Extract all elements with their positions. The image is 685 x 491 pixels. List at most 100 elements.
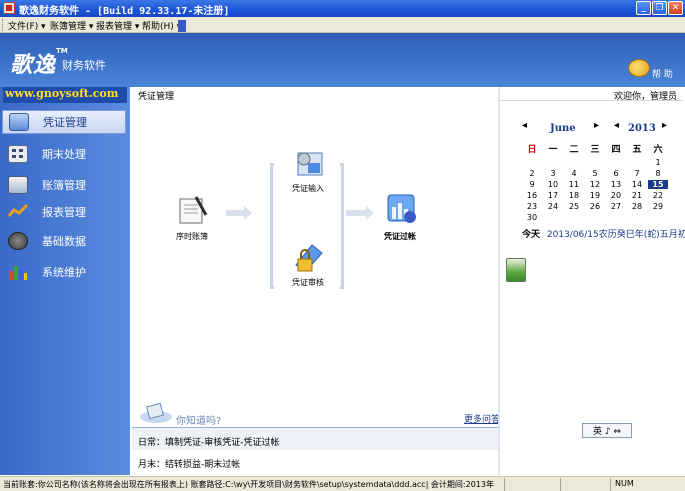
menu-help[interactable]: 帮助(H) ▾	[142, 19, 181, 32]
flow-label-voucher-input[interactable]: 凭证输入	[292, 183, 324, 194]
calendar-day[interactable]: 21	[627, 191, 647, 200]
flow-arrow-1	[226, 206, 252, 220]
today-row[interactable]: 今天 2013/06/15农历癸巳年(蛇)五月初八	[522, 227, 685, 240]
site-url: www.gnoysoft.com	[3, 87, 127, 103]
calendar-day[interactable]: 9	[522, 180, 542, 189]
calendar-day[interactable]: 10	[543, 180, 563, 189]
tips-title: 你知道吗?	[176, 416, 222, 427]
calendar-day[interactable]: 18	[564, 191, 584, 200]
calendar-weekday: 五	[632, 145, 642, 155]
sidebar-item-label: 系统维护	[42, 266, 86, 279]
sidebar-item-label: 凭证管理	[43, 116, 87, 129]
help-label[interactable]: 帮 助	[652, 67, 673, 80]
panel-title: 凭证管理	[138, 92, 175, 102]
minimize-button[interactable]: _	[636, 1, 651, 15]
calendar-day[interactable]: 14	[627, 180, 647, 189]
calendar-day[interactable]: 19	[585, 191, 605, 200]
voucher-input-icon[interactable]	[292, 147, 326, 179]
status-num: NUM	[615, 479, 634, 488]
calendar-day[interactable]: 24	[543, 202, 563, 211]
calendar-day[interactable]: 23	[522, 202, 542, 211]
sidebar-item-system[interactable]: 系统维护	[2, 260, 126, 284]
calendar-day[interactable]: 4	[564, 169, 584, 178]
flow-label-journal[interactable]: 序时账簿	[176, 231, 208, 242]
calendar-day[interactable]: 27	[606, 202, 626, 211]
tips-book-icon	[138, 401, 174, 425]
calendar-weekday: 三	[590, 145, 600, 155]
calendar-day[interactable]: 13	[606, 180, 626, 189]
menu-ledger[interactable]: 账簿管理 ▾	[50, 19, 93, 32]
prev-year-icon[interactable]: ◂	[614, 120, 619, 131]
calendar-month: June	[550, 123, 576, 134]
journal-book-icon[interactable]	[176, 193, 208, 225]
bars-icon	[8, 263, 28, 281]
calendar-day[interactable]: 20	[606, 191, 626, 200]
calendar-day[interactable]: 1	[648, 158, 668, 167]
menu-report[interactable]: 报表管理 ▾	[96, 19, 139, 32]
sidebar-item-basic-data[interactable]: 基础数据	[2, 229, 126, 253]
calendar-weekday: 四	[611, 145, 621, 155]
calendar-weekday: 二	[569, 145, 579, 155]
calendar-day[interactable]: 5	[585, 169, 605, 178]
next-year-icon[interactable]: ▸	[662, 120, 667, 131]
calendar-day[interactable]: 8	[648, 169, 668, 178]
sidebar-item-ledger[interactable]: 账簿管理	[2, 173, 126, 197]
next-month-icon[interactable]: ▸	[594, 120, 599, 131]
tip-monthly: 月末：结转损益-期末过帐	[138, 460, 241, 470]
calendar-day[interactable]: 26	[585, 202, 605, 211]
logo-tm: TM	[56, 47, 68, 55]
sidebar-item-label: 账簿管理	[42, 179, 86, 192]
flow-label-voucher-audit[interactable]: 凭证审核	[292, 277, 324, 288]
calendar-day[interactable]: 28	[627, 202, 647, 211]
menu-file[interactable]: 文件(F) ▾	[8, 19, 46, 32]
panel-divider	[498, 87, 500, 475]
ime-toolbar[interactable]: 英 ♪ ⇔	[582, 423, 632, 438]
calendar-day[interactable]: 25	[564, 202, 584, 211]
calendar-year: 2013	[628, 123, 656, 134]
flow-label-voucher-post[interactable]: 凭证过帐	[384, 231, 416, 242]
workflow-panel: 序时账簿 凭证输入 凭证审核 凭证过帐	[132, 101, 498, 401]
ledger-icon	[8, 176, 28, 194]
calendar-day[interactable]: 17	[543, 191, 563, 200]
sidebar-item-label: 报表管理	[42, 206, 86, 219]
voucher-post-icon[interactable]	[386, 193, 418, 225]
window-title: 歌逸财务软件 - [Build 92.33.17-未注册]	[19, 6, 230, 17]
help-face-icon[interactable]	[628, 59, 650, 77]
sidebar-item-report[interactable]: 报表管理	[2, 200, 126, 224]
today-label: 今天	[522, 230, 541, 240]
calendar-day[interactable]: 7	[627, 169, 647, 178]
dial-icon	[8, 232, 28, 250]
calendar-day[interactable]: 30	[522, 213, 542, 222]
restore-button[interactable]: ❐	[652, 1, 667, 15]
voucher-audit-icon[interactable]	[292, 241, 326, 275]
status-bar: 当前账套:你公司名称(该名称将会出现在所有报表上) 账套路径:C:\wy\开发项…	[0, 476, 685, 491]
sidebar-item-voucher[interactable]: 凭证管理	[2, 110, 126, 134]
app-icon	[3, 2, 15, 14]
notebook-icon[interactable]	[506, 258, 526, 282]
calendar-weekday: 六	[653, 145, 663, 155]
welcome-text: 欢迎你，管理员	[500, 87, 683, 102]
toolbar-toggle-icon[interactable]	[178, 20, 186, 32]
calendar-day[interactable]: 2	[522, 169, 542, 178]
calendar-weekday: 一	[548, 145, 558, 155]
calendar-day[interactable]: 22	[648, 191, 668, 200]
sidebar-item-period-end[interactable]: 期末处理	[2, 142, 126, 166]
prev-month-icon[interactable]: ◂	[522, 120, 527, 131]
calculator-icon	[8, 145, 28, 163]
sidebar: www.gnoysoft.com 凭证管理 期末处理 账簿管理 报表管理 基础数…	[0, 87, 130, 475]
close-button[interactable]: ✕	[668, 1, 683, 15]
calendar-day[interactable]: 11	[564, 180, 584, 189]
more-faq-link[interactable]: 更多问答	[464, 412, 500, 425]
calendar-day[interactable]: 15	[648, 180, 668, 189]
calendar-day[interactable]: 16	[522, 191, 542, 200]
flow-arrow-2	[346, 206, 374, 220]
menu-bar: 文件(F) ▾ 账簿管理 ▾ 报表管理 ▾ 帮助(H) ▾	[0, 17, 685, 33]
calendar-day[interactable]: 3	[543, 169, 563, 178]
calendar-day[interactable]: 29	[648, 202, 668, 211]
tip-daily: 日常：填制凭证-审核凭证-凭证过帐	[138, 438, 280, 448]
calendar-day[interactable]: 12	[585, 180, 605, 189]
tips-panel: 你知道吗? 更多问答 日常：填制凭证-审核凭证-凭证过帐 月末：结转损益-期末过…	[132, 401, 500, 475]
calendar-day[interactable]: 6	[606, 169, 626, 178]
sidebar-item-label: 基础数据	[42, 235, 86, 248]
calendar-weekday: 日	[527, 145, 537, 155]
